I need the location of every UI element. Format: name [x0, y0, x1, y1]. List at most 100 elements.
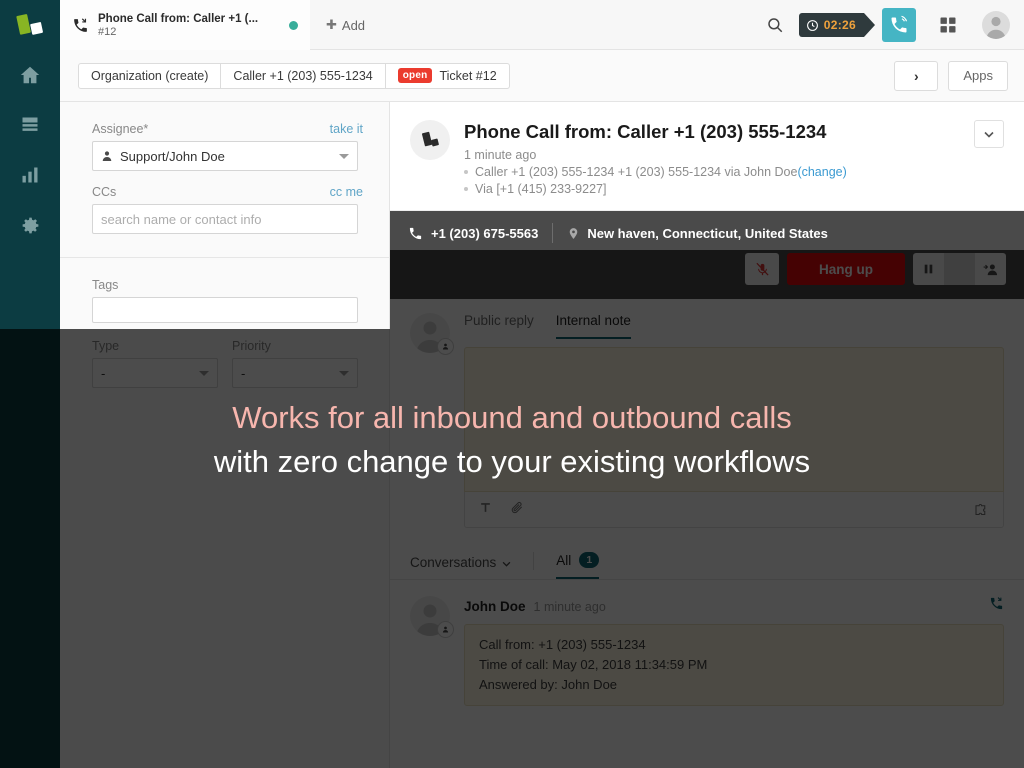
article-content: Call from: +1 (203) 555-1234 Time of cal… — [464, 624, 1004, 706]
search-icon[interactable] — [751, 0, 799, 50]
article-line: Answered by: John Doe — [479, 677, 618, 692]
add-tab-label: Add — [341, 17, 366, 33]
ticket-collapse-button[interactable] — [974, 120, 1004, 148]
tags-label-row: Tags — [92, 278, 363, 292]
paperclip-icon[interactable] — [510, 500, 524, 520]
ticket-meta-via: Via [+1 (415) 233-9227] — [464, 182, 847, 196]
ticket-main-panel: Phone Call from: Caller +1 (203) 555-123… — [390, 102, 1024, 768]
call-location: New haven, Connecticut, United States — [587, 225, 828, 241]
tags-label: Tags — [92, 278, 119, 292]
tags-input[interactable] — [92, 297, 358, 323]
apps-button[interactable]: Apps — [948, 60, 1008, 91]
text-format-icon[interactable] — [479, 501, 492, 519]
call-secondary-actions — [913, 253, 1006, 285]
ticket-meta-caller: Caller +1 (203) 555-1234 +1 (203) 555-12… — [464, 165, 847, 179]
call-timer-badge[interactable]: 02:26 — [798, 13, 876, 37]
type-value: - — [101, 365, 106, 381]
article-body: John Doe 1 minute ago Call from: +1 (203… — [464, 596, 1004, 706]
top-tab-bar: Phone Call from: Caller +1 (... #12 ✚ Ad… — [60, 0, 1024, 50]
tab-internal-note[interactable]: Internal note — [555, 313, 631, 339]
note-textarea[interactable] — [464, 347, 1004, 492]
sidebar-item-overviews[interactable] — [0, 100, 60, 150]
assignee-select[interactable]: Support/John Doe — [92, 141, 358, 171]
breadcrumb-label: Organization (create) — [91, 68, 209, 83]
bullet-icon — [464, 187, 468, 191]
call-actions: Hang up — [408, 253, 1006, 285]
conversations-selector[interactable]: Conversations — [410, 555, 511, 579]
article-line: Time of call: May 02, 2018 11:34:59 PM — [479, 657, 708, 672]
priority-label: Priority — [232, 339, 271, 353]
sidebar-item-settings[interactable] — [0, 200, 60, 250]
puzzle-piece-icon[interactable] — [973, 502, 989, 517]
person-icon — [101, 150, 113, 162]
user-avatar[interactable] — [982, 11, 1010, 39]
app-root: Phone Call from: Caller +1 (... #12 ✚ Ad… — [0, 0, 1024, 768]
call-timer-value: 02:26 — [823, 18, 856, 32]
type-label: Type — [92, 339, 120, 353]
incoming-call-icon — [989, 596, 1004, 616]
article-author: John Doe — [464, 599, 526, 614]
priority-field-group: Priority - — [232, 339, 358, 388]
ccs-input[interactable]: search name or contact info — [92, 204, 358, 234]
add-person-icon[interactable] — [975, 253, 1006, 285]
take-it-link[interactable]: take it — [330, 122, 363, 136]
tab-public-reply[interactable]: Public reply — [464, 313, 534, 339]
tab-state-dot — [289, 20, 298, 30]
ticket-attributes-form: Assignee* take it Support/John Doe CCs c… — [60, 102, 390, 768]
conversation-article: John Doe 1 minute ago Call from: +1 (203… — [390, 580, 1024, 706]
breadcrumb: Organization (create) Caller +1 (203) 55… — [78, 62, 510, 89]
active-call-button[interactable] — [882, 8, 916, 42]
call-phone-number: +1 (203) 675-5563 — [431, 225, 539, 241]
chevron-down-icon — [339, 370, 349, 376]
conversations-header: Conversations All 1 — [390, 552, 1024, 580]
ccs-label-row: CCs cc me — [92, 185, 363, 199]
pause-icon[interactable] — [913, 253, 944, 285]
priority-select[interactable]: - — [232, 358, 358, 388]
clock-icon — [806, 19, 819, 32]
cc-me-link[interactable]: cc me — [330, 185, 363, 199]
sidebar-item-home[interactable] — [0, 50, 60, 100]
priority-value: - — [241, 365, 246, 381]
type-label-row: Type — [92, 339, 218, 353]
ticket-created-time: 1 minute ago — [464, 148, 537, 162]
assignee-label: Assignee* — [92, 122, 149, 136]
type-priority-row: Type - Priority - — [92, 339, 363, 388]
agent-badge-icon — [437, 338, 454, 355]
ccs-placeholder: search name or contact info — [101, 211, 262, 227]
zammad-logo[interactable] — [0, 0, 60, 50]
tab-phone-call-ticket[interactable]: Phone Call from: Caller +1 (... #12 — [60, 0, 310, 50]
change-customer-link[interactable]: (change) — [797, 165, 846, 179]
tab-title: Phone Call from: Caller +1 (... — [98, 12, 259, 25]
agent-badge-icon — [437, 621, 454, 638]
composer-body: Public reply Internal note — [464, 313, 1004, 528]
chevron-down-icon — [339, 153, 349, 159]
breadcrumb-item-ticket[interactable]: open Ticket #12 — [384, 62, 510, 89]
reply-tabs: Public reply Internal note — [464, 313, 1004, 339]
add-tab-button[interactable]: ✚ Add — [310, 0, 381, 50]
active-call-bar: +1 (203) 675-5563 New haven, Connecticut… — [390, 211, 1024, 299]
type-select[interactable]: - — [92, 358, 218, 388]
tags-field-group: Tags — [92, 278, 363, 323]
ticket-header-text: Phone Call from: Caller +1 (203) 555-123… — [464, 120, 847, 196]
organization-avatar — [410, 120, 450, 160]
breadcrumb-item-organization[interactable]: Organization (create) — [78, 62, 222, 89]
page-title: Phone Call from: Caller +1 (203) 555-123… — [464, 121, 827, 142]
article-header: John Doe 1 minute ago — [464, 596, 1004, 616]
breadcrumb-item-caller[interactable]: Caller +1 (203) 555-1234 — [220, 62, 386, 89]
phone-icon — [408, 226, 423, 241]
sidebar-item-reporting[interactable] — [0, 150, 60, 200]
hangup-button[interactable]: Hang up — [787, 253, 905, 285]
ticket-meta-via-text: Via [+1 (415) 233-9227] — [475, 182, 607, 196]
call-info-row: +1 (203) 675-5563 New haven, Connecticut… — [408, 223, 1006, 243]
topbar-right-controls: 02:26 — [751, 0, 1024, 50]
microphone-muted-icon[interactable] — [745, 253, 779, 285]
primary-nav-rail — [0, 0, 60, 768]
grid-apps-icon[interactable] — [924, 0, 972, 50]
subheader-actions: › Apps — [894, 60, 1008, 91]
next-button[interactable]: › — [894, 60, 939, 91]
breadcrumb-label: Ticket #12 — [439, 68, 497, 83]
breadcrumb-bar: Organization (create) Caller +1 (203) 55… — [60, 50, 1024, 102]
map-pin-icon — [567, 226, 580, 241]
form-divider — [60, 257, 390, 258]
tab-all-conversations[interactable]: All 1 — [556, 552, 600, 579]
